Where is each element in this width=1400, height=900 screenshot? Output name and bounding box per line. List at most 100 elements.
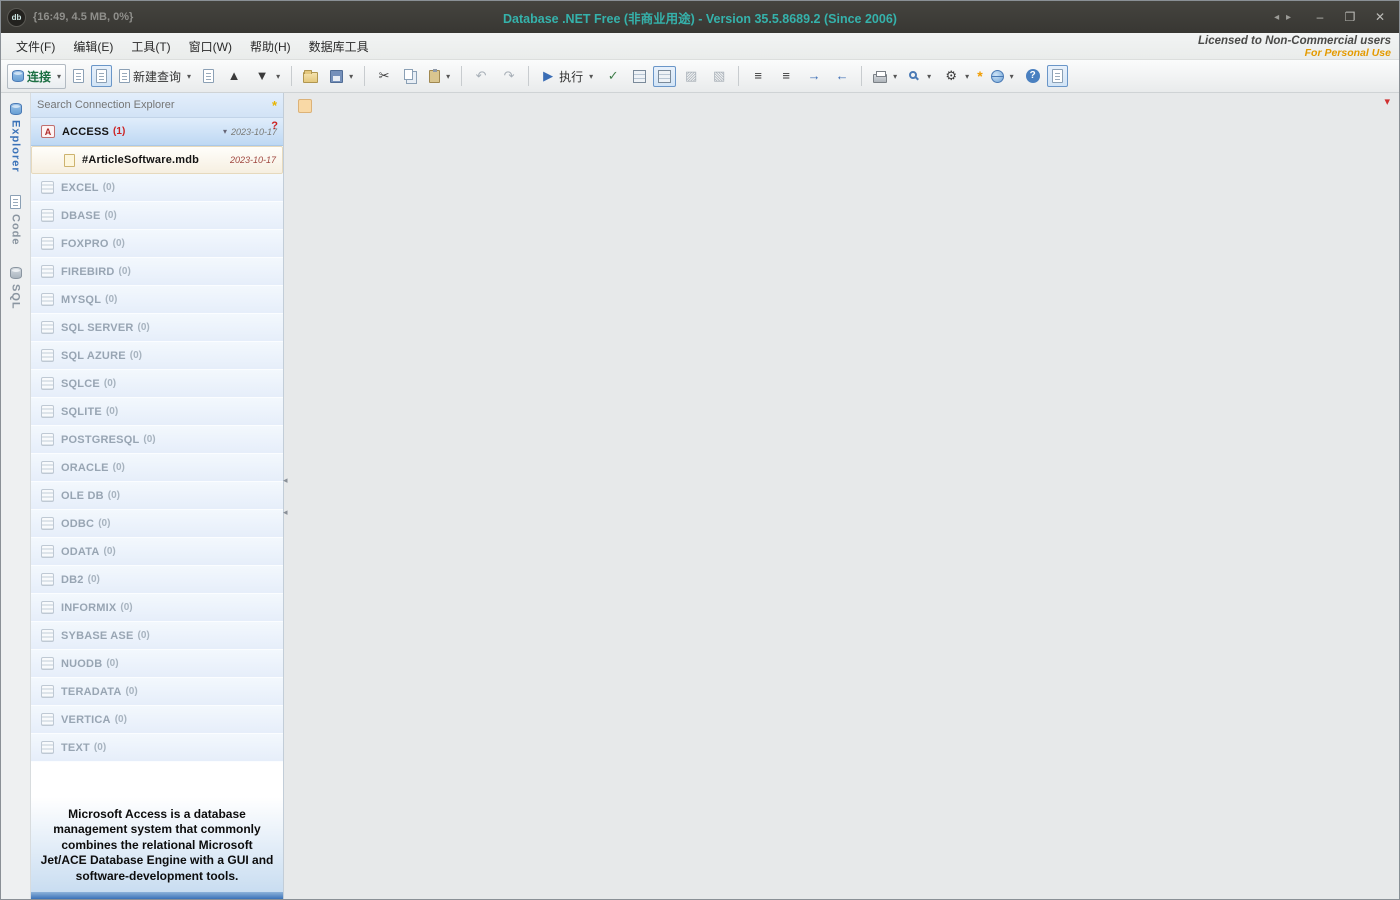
menu-item[interactable]: 数据库工具 — [300, 34, 378, 59]
outdent-icon: ← — [835, 68, 849, 83]
database-type-icon — [41, 461, 54, 474]
tree-item[interactable]: DB2 (0) — [31, 566, 283, 594]
cut-button[interactable]: ✂ — [371, 64, 397, 88]
tree-item[interactable]: POSTGRESQL (0) — [31, 426, 283, 454]
notification-caret-icon[interactable]: ▾ — [1384, 95, 1390, 108]
web-resources-button[interactable] — [986, 66, 1019, 87]
undo-button[interactable]: ↶ — [468, 64, 494, 88]
search-button[interactable] — [904, 67, 936, 86]
window-title: Database .NET Free (非商业用途) - Version 35.… — [503, 11, 897, 26]
connection-date: 2023-10-17 — [229, 155, 276, 165]
tree-item-label: SQL AZURE — [61, 349, 126, 362]
line-numbers-button[interactable]: ≡ — [745, 64, 771, 88]
tree-item[interactable]: MYSQL (0) — [31, 286, 283, 314]
new-query-button[interactable]: 新建查询 — [114, 64, 196, 89]
connect-button[interactable]: 连接 — [7, 63, 67, 89]
minimize-button[interactable]: – — [1307, 7, 1333, 27]
view-connections-button[interactable] — [68, 65, 89, 87]
tree-item[interactable]: FOXPRO (0) — [31, 230, 283, 258]
tree-item[interactable]: TEXT (0) — [31, 734, 283, 762]
app-window: db {16:49, 4.5 MB, 0%} Database .NET Fre… — [0, 0, 1400, 900]
tree-item[interactable]: FIREBIRD (0) — [31, 258, 283, 286]
tree-item-access[interactable]: A ACCESS (1) ▾ 2023-10-17 — [31, 118, 283, 146]
menu-item[interactable]: 帮助(H) — [241, 34, 300, 59]
tree-item[interactable]: SQL SERVER (0) — [31, 314, 283, 342]
outdent-button[interactable]: ← — [829, 64, 855, 88]
tab-sql[interactable]: SQL — [9, 267, 22, 310]
down-triangle-icon: ▼ — [255, 68, 269, 83]
help-button[interactable]: ? — [1021, 65, 1045, 87]
word-wrap-button[interactable]: ≡ — [773, 64, 799, 88]
next-button[interactable]: ▼ — [249, 64, 285, 88]
printer-icon — [873, 70, 888, 83]
tree-item[interactable]: ODATA (0) — [31, 538, 283, 566]
previous-button[interactable]: ▲ — [221, 64, 247, 88]
database-type-icon — [41, 181, 54, 194]
tree-item[interactable]: TERADATA (0) — [31, 678, 283, 706]
commit-icon: ▨ — [684, 68, 698, 83]
database-type-icon — [41, 349, 54, 362]
redo-button[interactable]: ↷ — [496, 64, 522, 88]
app-icon: db — [7, 7, 26, 27]
connection-name: #ArticleSoftware.mdb — [82, 154, 200, 166]
tree-item[interactable]: ORACLE (0) — [31, 454, 283, 482]
connect-label: 连接 — [27, 69, 52, 84]
connection-explorer-toggle[interactable] — [91, 65, 113, 87]
database-type-icon — [41, 741, 54, 754]
menu-items: 文件(F) 编辑(E) 工具(T) 窗口(W) 帮助(H) 数据库工具 — [7, 34, 378, 59]
maximize-button[interactable]: ❐ — [1337, 7, 1363, 27]
menu-item[interactable]: 编辑(E) — [64, 34, 122, 59]
collapse-arrow-icon[interactable]: ◂ — [283, 475, 288, 486]
tab-code[interactable]: Code — [10, 194, 22, 245]
menu-item[interactable]: 文件(F) — [7, 34, 64, 59]
tree-item[interactable]: VERTICA (0) — [31, 706, 283, 734]
title-bar: db {16:49, 4.5 MB, 0%} Database .NET Fre… — [1, 1, 1399, 33]
tree-item[interactable]: NUODB (0) — [31, 650, 283, 678]
collapse-arrow-icon[interactable]: ◂ — [283, 507, 288, 518]
tree-item[interactable]: DBASE (0) — [31, 202, 283, 230]
tree-item[interactable]: SQLCE (0) — [31, 370, 283, 398]
separator — [528, 66, 530, 86]
tree-item-count: (0) — [120, 602, 133, 613]
export-button[interactable] — [1046, 65, 1068, 87]
commit-button[interactable]: ▨ — [678, 64, 704, 88]
favorites-star-icon[interactable]: * — [272, 98, 277, 113]
query-workspace: ▾ — [289, 93, 1399, 899]
docked-panel-marker[interactable] — [298, 99, 312, 113]
search-input[interactable] — [37, 99, 272, 111]
tree-item[interactable]: SYBASE ASE (0) — [31, 622, 283, 650]
tree-item[interactable]: EXCEL (0) — [31, 174, 283, 202]
separator — [861, 66, 863, 86]
print-button[interactable] — [868, 66, 902, 87]
save-button[interactable] — [325, 66, 358, 87]
transaction-grid-icon — [658, 69, 672, 83]
multi-execute-button[interactable] — [628, 66, 651, 87]
tree-item[interactable]: OLE DB (0) — [31, 482, 283, 510]
menu-item[interactable]: 工具(T) — [122, 34, 179, 59]
tree-item[interactable]: ODBC (0) — [31, 510, 283, 538]
rollback-button[interactable]: ▧ — [706, 64, 732, 88]
copy-button[interactable] — [399, 65, 422, 87]
transaction-toggle-button[interactable] — [653, 65, 677, 87]
word-wrap-icon: ≡ — [782, 68, 790, 83]
validate-button[interactable]: ✓ — [600, 64, 626, 88]
tab-explorer[interactable]: Explorer — [9, 103, 22, 173]
open-query-button[interactable] — [198, 65, 219, 87]
close-button[interactable]: ✕ — [1367, 7, 1393, 27]
tree-item[interactable]: SQLITE (0) — [31, 398, 283, 426]
globe-icon — [990, 69, 1004, 83]
open-file-button[interactable] — [298, 65, 323, 87]
save-icon — [330, 69, 344, 83]
execute-button[interactable]: ▶ 执行 — [535, 64, 598, 89]
paste-button[interactable] — [424, 66, 455, 87]
tab-nav-arrows-icon[interactable]: ◂ ▸ — [1274, 12, 1293, 23]
menu-item[interactable]: 窗口(W) — [180, 34, 241, 59]
tree-item-connection[interactable]: #ArticleSoftware.mdb 2023-10-17 — [31, 146, 283, 174]
tree-item[interactable]: INFORMIX (0) — [31, 594, 283, 622]
help-mark-icon[interactable]: ? — [271, 120, 278, 132]
indent-button[interactable]: → — [801, 64, 827, 88]
expand-caret-icon[interactable]: ▾ — [223, 127, 227, 136]
options-button[interactable]: ⚙ — [938, 64, 974, 88]
tree-item[interactable]: SQL AZURE (0) — [31, 342, 283, 370]
tree-item-label: SQLCE — [61, 377, 100, 390]
